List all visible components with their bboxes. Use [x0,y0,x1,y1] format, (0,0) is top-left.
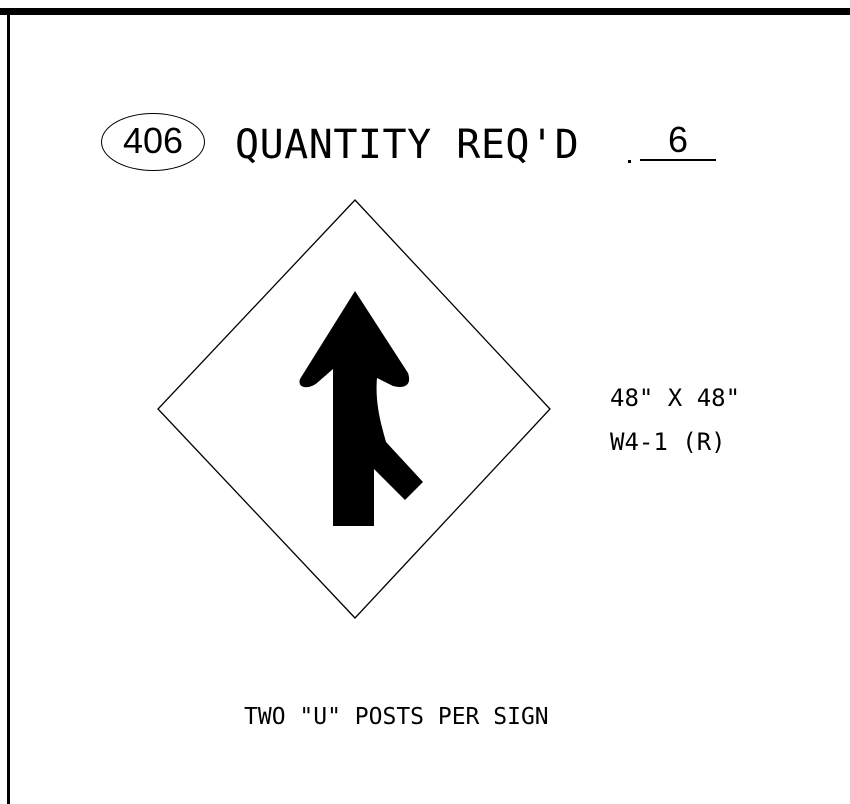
item-number: 406 [122,120,184,161]
post-note: TWO "U" POSTS PER SIGN [244,704,549,730]
item-number-oval: 406 [101,113,205,171]
quantity-value: 6 [667,119,689,160]
quantity-underline [640,159,716,161]
top-border-line [0,8,850,15]
sign-size-label: 48" X 48" [610,384,741,412]
quantity-label: QUANTITY REQ'D [235,122,580,168]
left-border-line [7,15,10,804]
merge-sign-diagram [157,199,551,619]
sign-code-label: W4-1 (R) [610,428,726,456]
quantity-dot [628,160,631,163]
